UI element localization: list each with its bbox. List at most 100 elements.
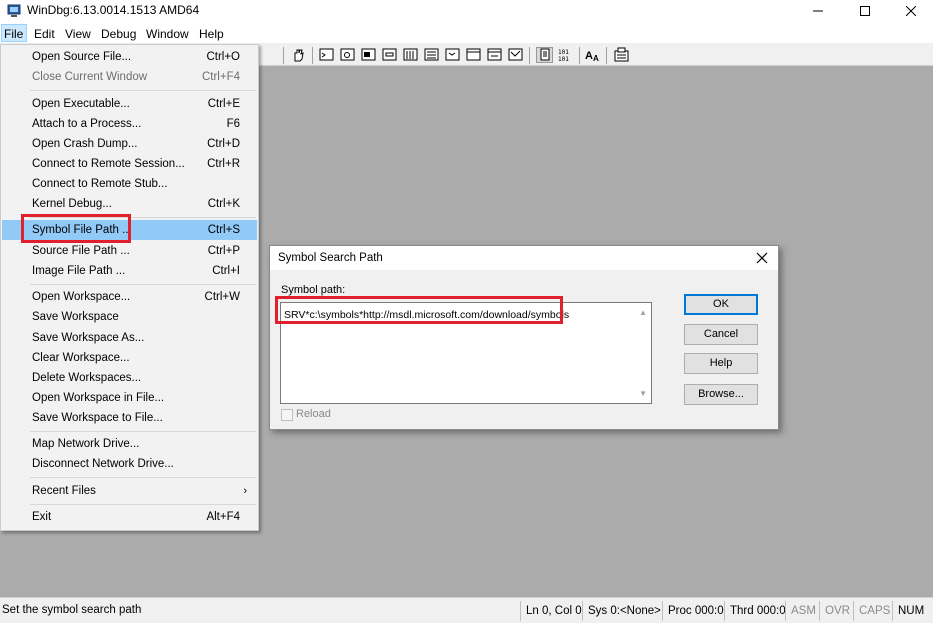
toolbar-separator: [312, 47, 313, 64]
menu-item-accelerator: Ctrl+S: [207, 224, 240, 236]
menu-item-accelerator: Ctrl+R: [207, 158, 240, 170]
toolbar-source-mode-on-button[interactable]: [536, 47, 553, 63]
toolbar-disassembly-button[interactable]: [444, 47, 461, 63]
menu-connect-remote-stub[interactable]: Connect to Remote Stub...: [2, 174, 257, 194]
toolbar-locals-button[interactable]: [360, 47, 377, 63]
help-button[interactable]: Help: [684, 353, 758, 374]
status-asm: ASM: [785, 601, 816, 621]
menu-kernel-debug[interactable]: Kernel Debug... Ctrl+K: [2, 194, 257, 214]
menu-item-label: Exit: [32, 511, 52, 523]
scroll-up-icon[interactable]: ▲: [639, 308, 647, 317]
hand-icon: [294, 49, 304, 62]
minimize-icon: [813, 10, 823, 12]
toolbar-font-button[interactable]: AA: [585, 47, 602, 63]
status-caps: CAPS: [853, 601, 890, 621]
toolbar-memory-button[interactable]: [402, 47, 419, 63]
menu-help[interactable]: Help: [196, 25, 227, 43]
menu-item-label: Save Workspace As...: [32, 332, 145, 344]
toolbar-source-mode-button[interactable]: [507, 47, 524, 63]
ok-button[interactable]: OK: [684, 294, 758, 315]
menu-file[interactable]: File: [1, 24, 28, 42]
cancel-button[interactable]: Cancel: [684, 324, 758, 345]
menu-connect-remote-session[interactable]: Connect to Remote Session... Ctrl+R: [2, 154, 257, 174]
memory-window-icon: [403, 48, 418, 61]
browse-button[interactable]: Browse...: [684, 384, 758, 405]
menu-image-file-path[interactable]: Image File Path ... Ctrl+I: [2, 261, 257, 281]
svg-text:101: 101: [558, 49, 569, 56]
menu-open-executable[interactable]: Open Executable... Ctrl+E: [2, 94, 257, 114]
close-button[interactable]: [888, 0, 933, 22]
menu-attach-to-process[interactable]: Attach to a Process... F6: [2, 114, 257, 134]
menu-item-label: Image File Path ...: [32, 265, 126, 277]
scratch-pad-icon: [466, 48, 481, 61]
menu-map-network-drive[interactable]: Map Network Drive...: [2, 434, 257, 454]
menu-exit[interactable]: Exit Alt+F4: [2, 507, 257, 527]
menu-item-label: Kernel Debug...: [32, 198, 112, 210]
menu-item-label: Source File Path ...: [32, 245, 130, 257]
toolbar-break-button[interactable]: [290, 47, 307, 63]
menu-open-workspace[interactable]: Open Workspace... Ctrl+W: [2, 287, 257, 307]
menu-view[interactable]: View: [62, 25, 94, 43]
menu-edit[interactable]: Edit: [31, 25, 58, 43]
window-title: WinDbg:6.13.0014.1513 AMD64: [27, 3, 200, 17]
symbol-search-path-dialog: Symbol Search Path Symbol path: SRV*c:\s…: [269, 245, 779, 430]
menu-delete-workspaces[interactable]: Delete Workspaces...: [2, 368, 257, 388]
menu-open-workspace-in-file[interactable]: Open Workspace in File...: [2, 388, 257, 408]
menu-item-label: Connect to Remote Session...: [32, 158, 185, 170]
menu-item-label: Connect to Remote Stub...: [32, 178, 168, 190]
menu-separator: [30, 90, 256, 91]
symbol-path-value: SRV*c:\symbols*http://msdl.microsoft.com…: [284, 309, 570, 321]
registers-window-icon: [382, 48, 397, 61]
title-bar[interactable]: WinDbg:6.13.0014.1513 AMD64: [0, 0, 933, 22]
menu-save-workspace[interactable]: Save Workspace: [2, 307, 257, 327]
minimize-button[interactable]: [795, 0, 841, 22]
toolbar-callstack-button[interactable]: [423, 47, 440, 63]
menu-item-accelerator: Ctrl+E: [207, 98, 240, 110]
menu-symbol-file-path[interactable]: Symbol File Path ... Ctrl+S: [2, 220, 257, 240]
menu-recent-files[interactable]: Recent Files ›: [2, 481, 257, 501]
scroll-down-icon[interactable]: ▼: [639, 389, 647, 398]
status-bar: Set the symbol search path Ln 0, Col 0 S…: [0, 597, 933, 623]
menu-item-accelerator: Ctrl+K: [207, 198, 240, 210]
disassembly-icon: [445, 48, 460, 61]
menu-open-source-file[interactable]: Open Source File... Ctrl+O: [2, 47, 257, 67]
menu-item-label: Open Crash Dump...: [32, 138, 138, 150]
dialog-title: Symbol Search Path: [278, 252, 383, 264]
menu-source-file-path[interactable]: Source File Path ... Ctrl+P: [2, 241, 257, 261]
status-process: Proc 000:0: [662, 601, 724, 621]
toolbar-separator: [283, 47, 284, 64]
menu-disconnect-network-drive[interactable]: Disconnect Network Drive...: [2, 454, 257, 474]
menu-close-current-window: Close Current Window Ctrl+F4: [2, 67, 257, 87]
maximize-button[interactable]: [842, 0, 888, 22]
menu-window[interactable]: Window: [143, 25, 192, 43]
menu-item-label: Save Workspace: [32, 311, 119, 323]
toolbar-hex-button[interactable]: 101 101: [557, 47, 574, 63]
menu-save-workspace-to-file[interactable]: Save Workspace to File...: [2, 408, 257, 428]
dialog-title-bar[interactable]: Symbol Search Path: [270, 246, 778, 270]
menu-item-accelerator: Ctrl+F4: [201, 71, 240, 83]
toolbar-options-button[interactable]: [613, 47, 630, 63]
toolbar-command-button[interactable]: [318, 47, 335, 63]
checkbox-icon: [281, 409, 293, 421]
status-thread: Thrd 000:0: [724, 601, 786, 621]
menu-separator: [30, 431, 256, 432]
menu-open-crash-dump[interactable]: Open Crash Dump... Ctrl+D: [2, 134, 257, 154]
binary-icon: 101101: [558, 49, 569, 63]
menu-clear-workspace[interactable]: Clear Workspace...: [2, 348, 257, 368]
toolbar-scratch-button[interactable]: [465, 47, 482, 63]
toolbar-separator: [606, 47, 607, 64]
status-line-col: Ln 0, Col 0: [520, 601, 582, 621]
menu-item-accelerator: Ctrl+I: [212, 265, 240, 277]
dialog-close-button[interactable]: [754, 250, 770, 266]
menu-debug[interactable]: Debug: [98, 25, 139, 43]
toolbar-watch-button[interactable]: [339, 47, 356, 63]
toolbar-registers-button[interactable]: [381, 47, 398, 63]
menu-item-label: Close Current Window: [32, 71, 148, 83]
symbol-path-input[interactable]: SRV*c:\symbols*http://msdl.microsoft.com…: [280, 302, 652, 404]
toolbar-processes-button[interactable]: [486, 47, 503, 63]
menu-save-workspace-as[interactable]: Save Workspace As...: [2, 328, 257, 348]
options-icon: [614, 47, 629, 62]
menu-item-label: Open Workspace in File...: [32, 392, 165, 404]
menu-item-label: Open Executable...: [32, 98, 130, 110]
menu-item-accelerator: Alt+F4: [206, 511, 240, 523]
